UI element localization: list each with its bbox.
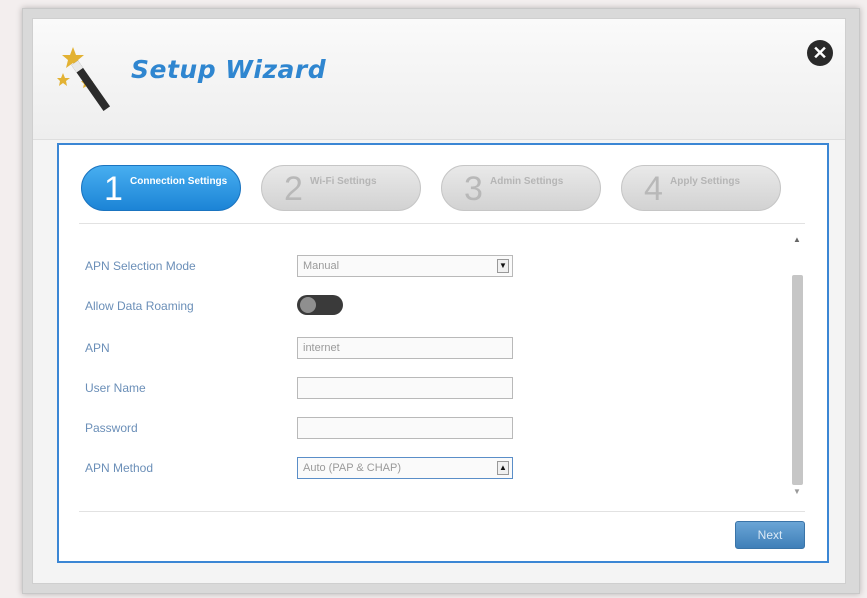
step-label: Apply Settings <box>670 176 741 187</box>
step-apply-settings[interactable]: 4 Apply Settings <box>621 165 781 211</box>
scrollbar[interactable]: ▲ ▼ <box>791 235 805 497</box>
toggle-knob <box>300 297 316 313</box>
close-button[interactable]: ✕ <box>807 40 833 66</box>
step-wifi-settings[interactable]: 2 Wi-Fi Settings <box>261 165 421 211</box>
wizard-steps: 1 Connection Settings 2 Wi-Fi Settings 3… <box>81 165 811 213</box>
apn-input[interactable]: internet <box>297 337 513 359</box>
scrollbar-thumb[interactable] <box>792 275 803 485</box>
dialog-header: Setup Wizard ✕ <box>33 19 845 140</box>
user-name-label: User Name <box>85 381 146 395</box>
divider <box>79 223 805 224</box>
step-number: 2 <box>284 170 303 208</box>
select-value: Manual <box>303 260 340 272</box>
step-connection-settings[interactable]: 1 Connection Settings <box>81 165 241 211</box>
step-number: 3 <box>464 170 483 208</box>
allow-data-roaming-label: Allow Data Roaming <box>85 299 194 313</box>
select-value: Auto (PAP & CHAP) <box>303 462 402 474</box>
step-number: 4 <box>644 170 663 208</box>
apn-selection-mode-label: APN Selection Mode <box>85 259 196 273</box>
step-label: Wi-Fi Settings <box>310 176 377 187</box>
scroll-down-icon[interactable]: ▼ <box>793 487 801 496</box>
content-panel: 1 Connection Settings 2 Wi-Fi Settings 3… <box>57 143 829 563</box>
apn-label: APN <box>85 341 110 355</box>
chevron-down-icon: ▲ <box>497 461 509 475</box>
close-icon: ✕ <box>812 43 828 63</box>
password-input[interactable] <box>297 417 513 439</box>
apn-method-select[interactable]: Auto (PAP & CHAP) ▲ <box>297 457 513 479</box>
next-button[interactable]: Next <box>735 521 805 549</box>
allow-data-roaming-toggle[interactable] <box>297 295 343 315</box>
step-admin-settings[interactable]: 3 Admin Settings <box>441 165 601 211</box>
divider <box>79 511 805 512</box>
chevron-down-icon: ▼ <box>497 259 509 273</box>
dialog-title: Setup Wizard <box>131 55 327 84</box>
step-number: 1 <box>104 170 123 208</box>
apn-method-label: APN Method <box>85 461 154 475</box>
setup-wizard-dialog: Setup Wizard ✕ 1 Connection Settings 2 W… <box>32 18 846 584</box>
apn-selection-mode-select[interactable]: Manual ▼ <box>297 255 513 277</box>
password-label: Password <box>85 421 138 435</box>
step-label: Connection Settings <box>130 176 228 187</box>
scroll-up-icon[interactable]: ▲ <box>793 235 801 244</box>
magic-wand-icon <box>57 47 111 111</box>
step-label: Admin Settings <box>490 176 564 187</box>
user-name-input[interactable] <box>297 377 513 399</box>
